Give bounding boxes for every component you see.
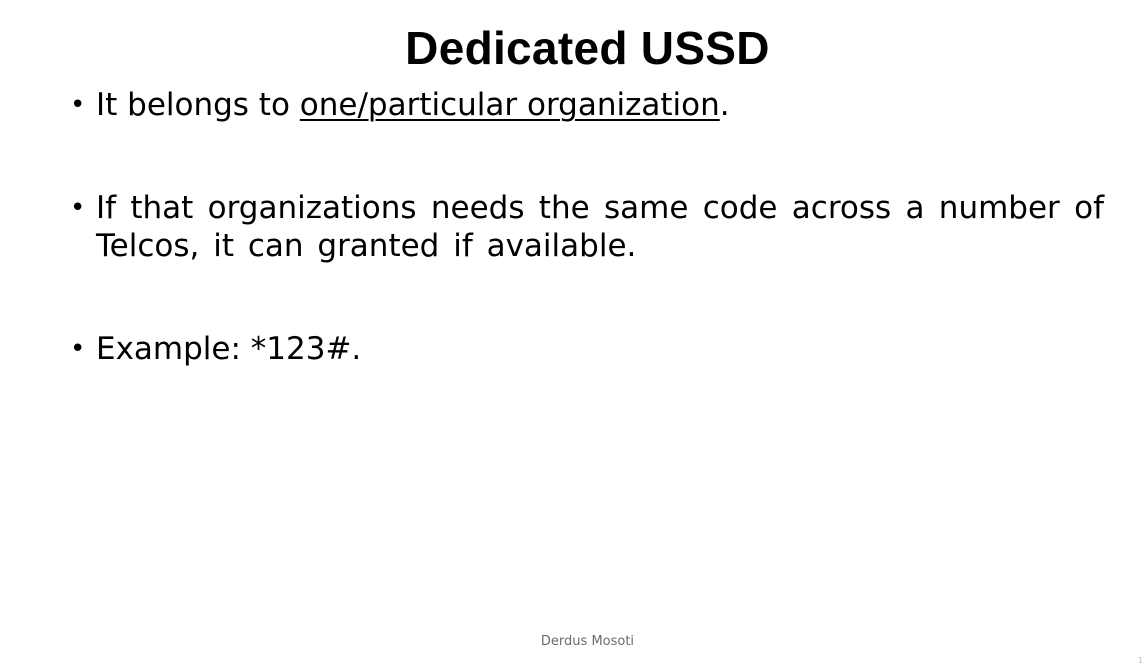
- bullet-icon: •: [70, 90, 86, 120]
- bullet-text-suffix: .: [719, 87, 730, 123]
- bullet-item: • It belongs to one/particular organizat…: [70, 86, 1104, 124]
- bullet-text: If that organizations needs the same cod…: [96, 190, 1104, 264]
- slide-number: 1: [1138, 656, 1144, 665]
- underlined-text: one/particular organization: [299, 87, 720, 123]
- bullet-icon: •: [70, 334, 86, 364]
- bullet-text: Example: *123#.: [96, 331, 362, 367]
- slide-title: Dedicated USSD: [405, 22, 770, 74]
- slide: Dedicated USSD • It belongs to one/parti…: [0, 0, 1145, 668]
- bullet-item: • Example: *123#.: [70, 330, 1104, 368]
- bullet-item: • If that organizations needs the same c…: [70, 189, 1104, 265]
- bullet-list: • It belongs to one/particular organizat…: [70, 86, 1104, 368]
- bullet-text-prefix: It belongs to: [96, 87, 300, 123]
- bullet-icon: •: [70, 193, 86, 223]
- slide-footer: Derdus Mosoti: [540, 634, 635, 649]
